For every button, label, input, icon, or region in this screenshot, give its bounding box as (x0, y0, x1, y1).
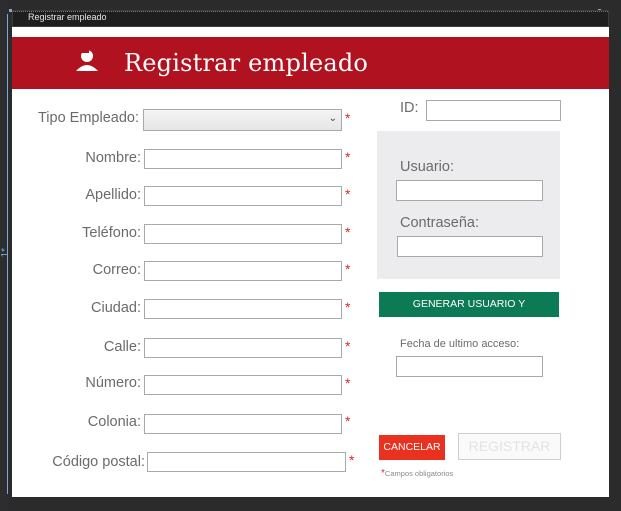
required-mark: * (349, 452, 355, 468)
tipo-empleado-label: Tipo Empleado: (37, 110, 139, 126)
ciudad-field[interactable] (144, 299, 342, 319)
nombre-label: Nombre: (85, 150, 141, 166)
colonia-field[interactable] (144, 414, 342, 434)
required-mark: * (345, 261, 351, 277)
last-access-label: Fecha de ultimo acceso: (400, 338, 520, 350)
window-titlebar: Registrar empleado (12, 10, 609, 27)
window-title: Registrar empleado (28, 12, 107, 22)
codigo-postal-field[interactable] (147, 452, 346, 472)
correo-label: Correo: (92, 262, 141, 278)
user-icon (76, 50, 98, 71)
telefono-field[interactable] (144, 224, 342, 244)
required-mark: * (345, 338, 351, 354)
register-button[interactable]: REGISTRAR (458, 433, 561, 460)
colonia-label: Colonia: (87, 414, 141, 430)
id-field[interactable] (426, 100, 561, 121)
generate-credentials-button[interactable]: GENERAR USUARIO Y CONTRASEÑA (379, 292, 559, 335)
cancel-button[interactable]: CANCELAR (379, 435, 445, 460)
calle-field[interactable] (144, 338, 342, 358)
header-banner: Registrar empleado (12, 37, 609, 89)
correo-field[interactable] (144, 261, 342, 281)
required-mark: * (345, 149, 351, 165)
last-access-field[interactable] (396, 356, 543, 377)
numero-field[interactable] (144, 375, 342, 395)
contrasena-field[interactable] (397, 236, 543, 257)
id-label: ID: (400, 100, 419, 116)
required-fields-note: *Campos obligatorios (381, 468, 453, 479)
required-mark: * (345, 110, 351, 126)
codigo-postal-label: Código postal: (52, 454, 145, 470)
contrasena-label: Contraseña: (400, 215, 479, 231)
numero-label: Número: (85, 375, 141, 391)
nombre-field[interactable] (144, 149, 342, 169)
calle-label: Calle: (103, 339, 141, 355)
usuario-field[interactable] (396, 180, 543, 201)
required-mark: * (345, 375, 351, 391)
required-mark: * (345, 186, 351, 202)
usuario-label: Usuario: (400, 159, 454, 175)
chevron-down-icon: ⌄ (328, 113, 337, 124)
required-mark: * (345, 413, 351, 429)
page-title: Registrar empleado (124, 49, 369, 77)
required-mark: * (345, 224, 351, 240)
required-fields-text: Campos obligatorios (384, 469, 454, 478)
telefono-label: Teléfono: (82, 225, 141, 241)
apellido-field[interactable] (144, 186, 342, 206)
required-mark: * (345, 299, 351, 315)
apellido-label: Apellido: (85, 187, 141, 203)
row-size-marker[interactable]: 1* (0, 248, 11, 257)
tipo-empleado-select[interactable]: ⌄ (143, 109, 342, 131)
ciudad-label: Ciudad: (91, 300, 141, 316)
register-employee-form: Registrar empleado Tipo Empleado: ⌄ * No… (12, 27, 609, 497)
